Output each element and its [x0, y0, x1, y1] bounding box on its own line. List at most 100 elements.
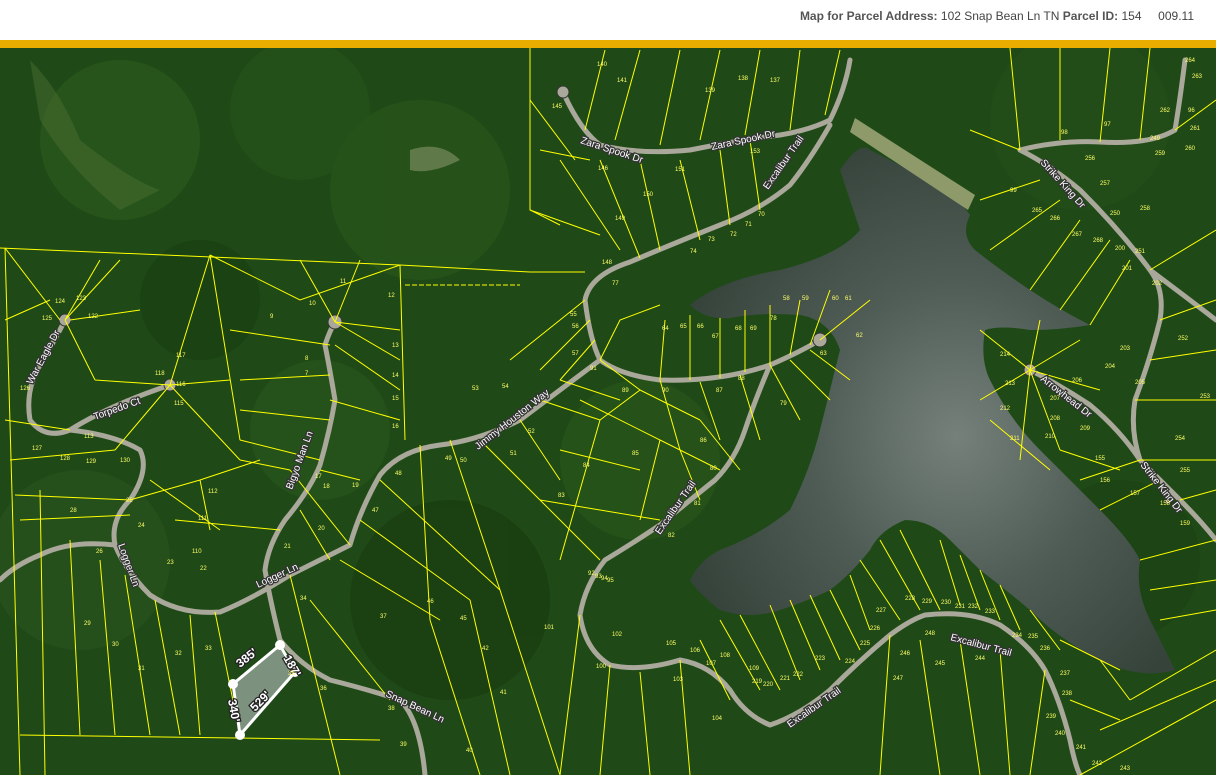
lot-number: 96	[1188, 108, 1195, 114]
lot-number: 256	[1085, 156, 1096, 162]
lot-number: 95	[607, 578, 614, 584]
lot-number: 108	[720, 653, 731, 659]
lot-number: 64	[662, 326, 669, 332]
lot-number: 266	[1050, 216, 1061, 222]
vertex-handle[interactable]	[228, 679, 238, 689]
lot-number: 58	[783, 296, 790, 302]
lot-number: 79	[780, 401, 787, 407]
lot-number: 48	[395, 471, 402, 477]
lot-number: 116	[176, 382, 186, 388]
lot-number: 70	[758, 212, 765, 218]
map-svg[interactable]: 385' 187' 529' 340' Zara Spook Dr Zara S…	[0, 48, 1216, 775]
lot-number: 243	[1120, 766, 1131, 772]
lot-number: 150	[643, 192, 654, 198]
lot-number: 85	[632, 451, 639, 457]
lot-number: 33	[205, 646, 212, 652]
lot-number: 115	[174, 401, 184, 407]
lot-number: 53	[472, 386, 479, 392]
lot-number: 123	[76, 296, 87, 302]
lot-number: 59	[802, 296, 809, 302]
accent-bar	[0, 40, 1216, 48]
parcel-map[interactable]: 385' 187' 529' 340' Zara Spook Dr Zara S…	[0, 48, 1216, 775]
lot-number: 232	[968, 604, 979, 610]
lot-number: 221	[780, 676, 791, 682]
lot-number: 46	[427, 599, 434, 605]
lot-number: 107	[706, 661, 717, 667]
lot-number: 117	[176, 353, 186, 359]
lot-number: 47	[372, 508, 379, 514]
lot-number: 158	[1160, 501, 1171, 507]
lot-number: 211	[1010, 436, 1020, 442]
lot-number: 146	[598, 166, 609, 172]
lot-number: 13	[392, 343, 399, 349]
lot-number: 104	[712, 716, 723, 722]
lot-number: 155	[1095, 456, 1106, 462]
lot-number: 98	[1061, 130, 1068, 136]
lot-number: 102	[612, 632, 623, 638]
lot-number: 253	[1200, 394, 1211, 400]
lot-number: 74	[690, 249, 697, 255]
lot-number: 202	[1152, 281, 1163, 287]
lot-number: 237	[1060, 671, 1071, 677]
lot-number: 52	[528, 429, 535, 435]
vertex-handle[interactable]	[275, 640, 285, 650]
lot-number: 61	[845, 296, 852, 302]
lot-number: 72	[730, 232, 737, 238]
parcel-id-value: 154 009.11	[1121, 9, 1194, 23]
lot-number: 10	[309, 301, 316, 307]
lot-number: 106	[690, 648, 701, 654]
lot-number: 219	[752, 679, 763, 685]
lot-number: 19	[352, 483, 359, 489]
lot-number: 50	[460, 458, 467, 464]
lot-number: 229	[922, 599, 933, 605]
vertex-handle[interactable]	[235, 730, 245, 740]
lot-number: 65	[680, 324, 687, 330]
lot-number: 268	[1093, 238, 1104, 244]
lot-number: 251	[1135, 249, 1146, 255]
lot-number: 84	[583, 463, 590, 469]
lot-number: 56	[572, 324, 579, 330]
lot-number: 54	[502, 384, 509, 390]
lot-number: 37	[380, 614, 387, 620]
lot-number: 39	[400, 742, 407, 748]
lot-number: 250	[1110, 211, 1121, 217]
lot-number: 57	[572, 351, 579, 357]
lot-number: 40	[466, 748, 473, 754]
lot-number: 22	[200, 566, 207, 572]
lot-number: 15	[392, 396, 399, 402]
lot-number: 245	[935, 661, 946, 667]
lot-number: 267	[1072, 232, 1083, 238]
lot-number: 66	[697, 324, 704, 330]
lot-number: 139	[705, 88, 716, 94]
lot-number: 100	[596, 664, 607, 670]
lot-number: 20	[318, 526, 325, 532]
lot-number: 28	[70, 508, 77, 514]
lot-number: 129	[86, 459, 97, 465]
lot-number: 97	[1104, 122, 1111, 128]
lot-number: 248	[925, 631, 936, 637]
lot-number: 223	[815, 656, 826, 662]
lot-number: 231	[955, 604, 966, 610]
lot-number: 140	[597, 62, 608, 68]
lot-number: 73	[708, 237, 715, 243]
parcel-id-label: Parcel ID:	[1062, 9, 1119, 23]
lot-number: 260	[1185, 146, 1196, 152]
lot-number: 148	[602, 260, 613, 266]
lot-number: 210	[1045, 434, 1056, 440]
lot-number: 236	[1040, 646, 1051, 652]
lot-number: 265	[1032, 208, 1043, 214]
lot-number: 62	[856, 333, 863, 339]
lot-number: 77	[612, 281, 619, 287]
lot-number: 103	[673, 677, 684, 683]
lot-number: 203	[1120, 346, 1131, 352]
lot-number: 138	[738, 76, 749, 82]
lot-number: 208	[1050, 416, 1061, 422]
lot-number: 206	[1072, 378, 1083, 384]
lot-number: 127	[32, 446, 43, 452]
lot-number: 32	[175, 651, 182, 657]
lot-number: 213	[1005, 381, 1016, 387]
lot-number: 224	[845, 659, 856, 665]
lot-number: 244	[975, 656, 986, 662]
lot-number: 90	[662, 388, 669, 394]
lot-number: 21	[284, 544, 291, 550]
